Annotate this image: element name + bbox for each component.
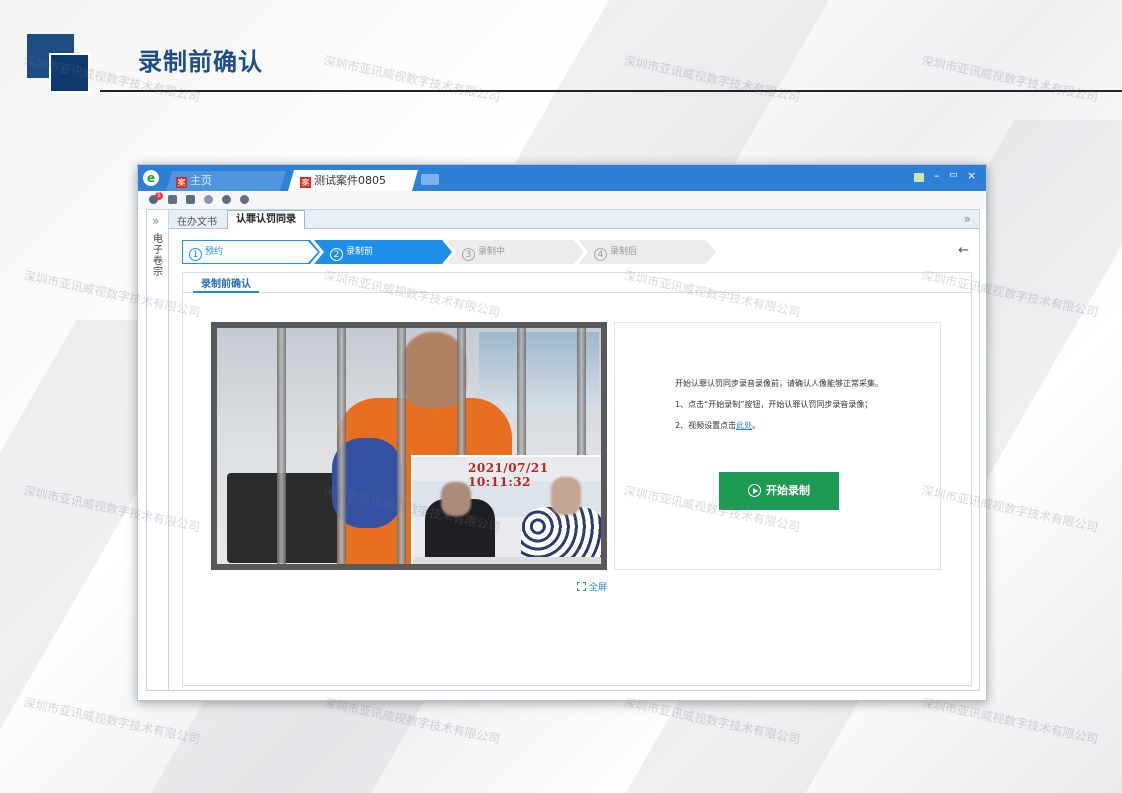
- picture-in-picture-feed: 2021/07/21 10:11:32: [411, 455, 601, 564]
- watermark: 深圳市亚讯威视数字技术有限公司: [322, 53, 502, 105]
- play-circle-icon: [748, 484, 761, 497]
- start-recording-label: 开始录制: [766, 484, 810, 497]
- step-number: 2: [330, 248, 343, 261]
- cell-bar: [397, 328, 406, 564]
- user-icon[interactable]: [204, 195, 213, 204]
- logo-square-front: [49, 53, 90, 93]
- step-label: 录制前: [346, 247, 374, 257]
- video-settings-link[interactable]: 此处: [736, 421, 752, 430]
- workspace: » 电子卷宗 在办文书 认罪认罚同录 » 1 预约 2 录制前 3 录制中 4 录制后 …: [146, 209, 980, 691]
- content-panel: 录制前确认 2021/07/21 10:11:32 全屏 开始认罪认罚同步录音录…: [182, 272, 972, 686]
- nav-tab-strip: 在办文书 认罪认罚同录 »: [169, 210, 979, 229]
- step-label: 录制后: [610, 247, 638, 257]
- watermark: 深圳市亚讯威视数字技术有限公司: [920, 695, 1100, 747]
- tab-home[interactable]: 案主页: [166, 171, 286, 191]
- fullscreen-label: 全屏: [589, 583, 608, 593]
- step-recording[interactable]: 3 录制中: [446, 240, 584, 264]
- step-label: 预约: [205, 247, 224, 257]
- instruction-line-1: 开始认罪认罚同步录音录像前，请确认人像能够正常采集。: [675, 379, 883, 388]
- close-button[interactable]: ×: [967, 169, 976, 182]
- step-number: 3: [462, 248, 475, 261]
- new-tab-button[interactable]: [421, 174, 439, 185]
- list-icon[interactable]: [168, 195, 177, 204]
- cell-bar: [277, 328, 286, 564]
- book-icon[interactable]: [914, 173, 924, 182]
- pip-table: [413, 557, 601, 564]
- subtab-row: 录制前确认: [183, 273, 971, 293]
- restore-button[interactable]: ▭: [949, 170, 958, 180]
- side-panel: » 电子卷宗: [147, 210, 169, 690]
- pip-timestamp: 2021/07/21 10:11:32: [468, 461, 549, 489]
- back-arrow-icon[interactable]: ←: [958, 243, 969, 258]
- minimize-button[interactable]: –: [934, 169, 940, 182]
- tab-pre-recording-confirm[interactable]: 录制前确认: [193, 275, 259, 293]
- window-icon[interactable]: [186, 195, 195, 204]
- step-label: 录制中: [478, 247, 506, 257]
- tab-case[interactable]: 案测试案件0805（评...×: [288, 170, 418, 191]
- expand-icon[interactable]: »: [964, 212, 971, 226]
- fullscreen-button[interactable]: 全屏: [577, 580, 607, 593]
- notification-count-badge: 5: [155, 192, 163, 200]
- app-window: e 案主页 案测试案件0805（评...× – ▭ × 5 » 电子卷宗 在办文…: [137, 164, 987, 701]
- help-icon[interactable]: [222, 195, 231, 204]
- step-number: 1: [189, 248, 202, 261]
- pip-person-right: [521, 507, 601, 564]
- watermark: 深圳市亚讯威视数字技术有限公司: [22, 695, 202, 747]
- instruction-line-3-end: 。: [752, 421, 761, 430]
- step-after-recording[interactable]: 4 录制后: [578, 240, 716, 264]
- instruction-line-3: 2、视频设置点击此处。: [675, 420, 760, 431]
- progress-steps: 1 预约 2 录制前 3 录制中 4 录制后: [182, 240, 712, 264]
- browser-logo-icon: e: [143, 170, 159, 186]
- video-preview: 2021/07/21 10:11:32: [211, 322, 607, 570]
- instruction-line-3-text: 2、视频设置点击: [675, 421, 737, 430]
- sidebar-toggle-icon[interactable]: »: [152, 214, 159, 228]
- tab-plea-recording[interactable]: 认罪认罚同录: [227, 210, 305, 229]
- instruction-box: 开始认罪认罚同步录音录像前，请确认人像能够正常采集。 1、点击“开始录制”按钮，…: [614, 322, 941, 570]
- tab-documents[interactable]: 在办文书: [177, 213, 217, 228]
- watermark: 深圳市亚讯威视数字技术有限公司: [920, 53, 1100, 105]
- fullscreen-icon: [577, 582, 586, 591]
- pip-blurred-face: [551, 477, 581, 515]
- step-before-recording[interactable]: 2 录制前: [314, 240, 452, 264]
- camera-feed-image: 2021/07/21 10:11:32: [217, 328, 601, 564]
- step-number: 4: [594, 248, 607, 261]
- step-appointment[interactable]: 1 预约: [182, 240, 320, 264]
- sidebar-item-electronic-file[interactable]: 电子卷宗: [153, 234, 164, 278]
- chat-icon[interactable]: [240, 195, 249, 204]
- instruction-line-2: 1、点击“开始录制”按钮，开始认罪认罚同步录音录像；: [675, 400, 873, 409]
- toolbar: 5: [138, 191, 986, 209]
- start-recording-button[interactable]: 开始录制: [719, 472, 839, 510]
- cell-bar: [337, 328, 346, 564]
- title-divider: [100, 90, 1122, 92]
- slide-title: 录制前确认: [138, 48, 263, 76]
- case-badge-icon: 案: [177, 178, 186, 187]
- case-badge-icon: 案: [301, 178, 310, 187]
- pip-blurred-face: [441, 482, 471, 516]
- title-bar: e 案主页 案测试案件0805（评...× – ▭ ×: [138, 165, 986, 191]
- tab-home-label: 主页: [190, 174, 212, 187]
